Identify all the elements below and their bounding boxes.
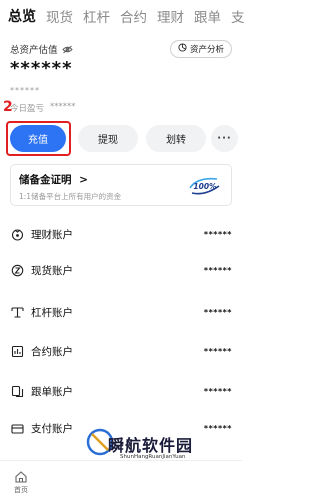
- highlight-box: [6, 121, 71, 156]
- proof-of-reserves-card[interactable]: 储备金证明 > 1:1储备平台上所有用户的资金 100%: [10, 164, 232, 206]
- tab-margin[interactable]: 杠杆: [83, 6, 110, 26]
- reserve-100-badge-icon: 100%: [189, 177, 220, 195]
- watermark-subtext: ShunHangRuanJianYuan: [120, 454, 186, 460]
- account-value: ******: [203, 229, 232, 239]
- account-name: 合约账户: [31, 345, 73, 358]
- payment-icon: [10, 421, 24, 435]
- more-button[interactable]: ···: [211, 125, 238, 152]
- account-name: 理财账户: [31, 228, 73, 241]
- tab-copytrade[interactable]: 跟单: [194, 6, 221, 26]
- tab-spot[interactable]: 现货: [46, 6, 73, 26]
- today-pnl-label: 今日盈亏: [10, 104, 45, 114]
- reserve-title: 储备金证明 >: [19, 172, 88, 187]
- total-assets-label: 总资产估值: [10, 45, 58, 56]
- account-row-margin[interactable]: 杠杆账户 ******: [10, 302, 232, 322]
- total-assets-value: ******: [10, 58, 73, 79]
- margin-icon: [10, 305, 24, 319]
- account-value: ******: [203, 386, 232, 396]
- withdraw-button[interactable]: 提现: [78, 125, 138, 152]
- today-pnl-value: ******: [50, 102, 76, 112]
- futures-icon: [10, 344, 24, 358]
- account-value: ******: [203, 265, 232, 275]
- analysis-icon: [178, 43, 187, 55]
- asset-analysis-label: 资产分析: [189, 45, 224, 55]
- watermark-text: 瞬航软件园: [108, 436, 194, 455]
- tab-futures[interactable]: 合约: [120, 6, 147, 26]
- savings-icon: [10, 227, 24, 241]
- today-pnl-row: 今日盈亏 ******: [10, 102, 76, 114]
- account-name: 现货账户: [31, 264, 73, 277]
- copytrade-icon: [10, 384, 24, 398]
- account-name: 杠杆账户: [31, 306, 73, 319]
- account-value: ******: [203, 346, 232, 356]
- top-tabs: 总览 现货 杠杆 合约 理财 跟单 支: [0, 0, 245, 32]
- total-assets-label-row: 总资产估值: [10, 42, 73, 56]
- account-row-savings[interactable]: 理财账户 ******: [10, 224, 232, 244]
- reserve-subtitle: 1:1储备平台上所有用户的资金: [19, 192, 122, 201]
- tab-overview[interactable]: 总览: [8, 6, 36, 26]
- total-assets-secondary: ******: [10, 86, 40, 95]
- account-row-futures[interactable]: 合约账户 ******: [10, 341, 232, 361]
- asset-analysis-button[interactable]: 资产分析: [169, 40, 232, 58]
- account-row-spot[interactable]: 现货账户 ******: [10, 260, 232, 280]
- svg-text:100%: 100%: [193, 182, 217, 191]
- spot-icon: [10, 263, 24, 277]
- tab-payment[interactable]: 支: [231, 6, 245, 26]
- home-label[interactable]: 首页: [14, 485, 28, 495]
- tab-earn[interactable]: 理财: [157, 6, 184, 26]
- chevron-right-icon: >: [79, 174, 88, 186]
- eye-hidden-icon[interactable]: [61, 45, 73, 54]
- step-annotation: 2: [3, 99, 13, 115]
- account-name: 跟单账户: [31, 385, 73, 398]
- account-row-copytrade[interactable]: 跟单账户 ******: [10, 381, 232, 401]
- account-value: ******: [203, 307, 232, 317]
- transfer-button[interactable]: 划转: [146, 125, 206, 152]
- reserve-title-text: 储备金证明: [19, 174, 72, 186]
